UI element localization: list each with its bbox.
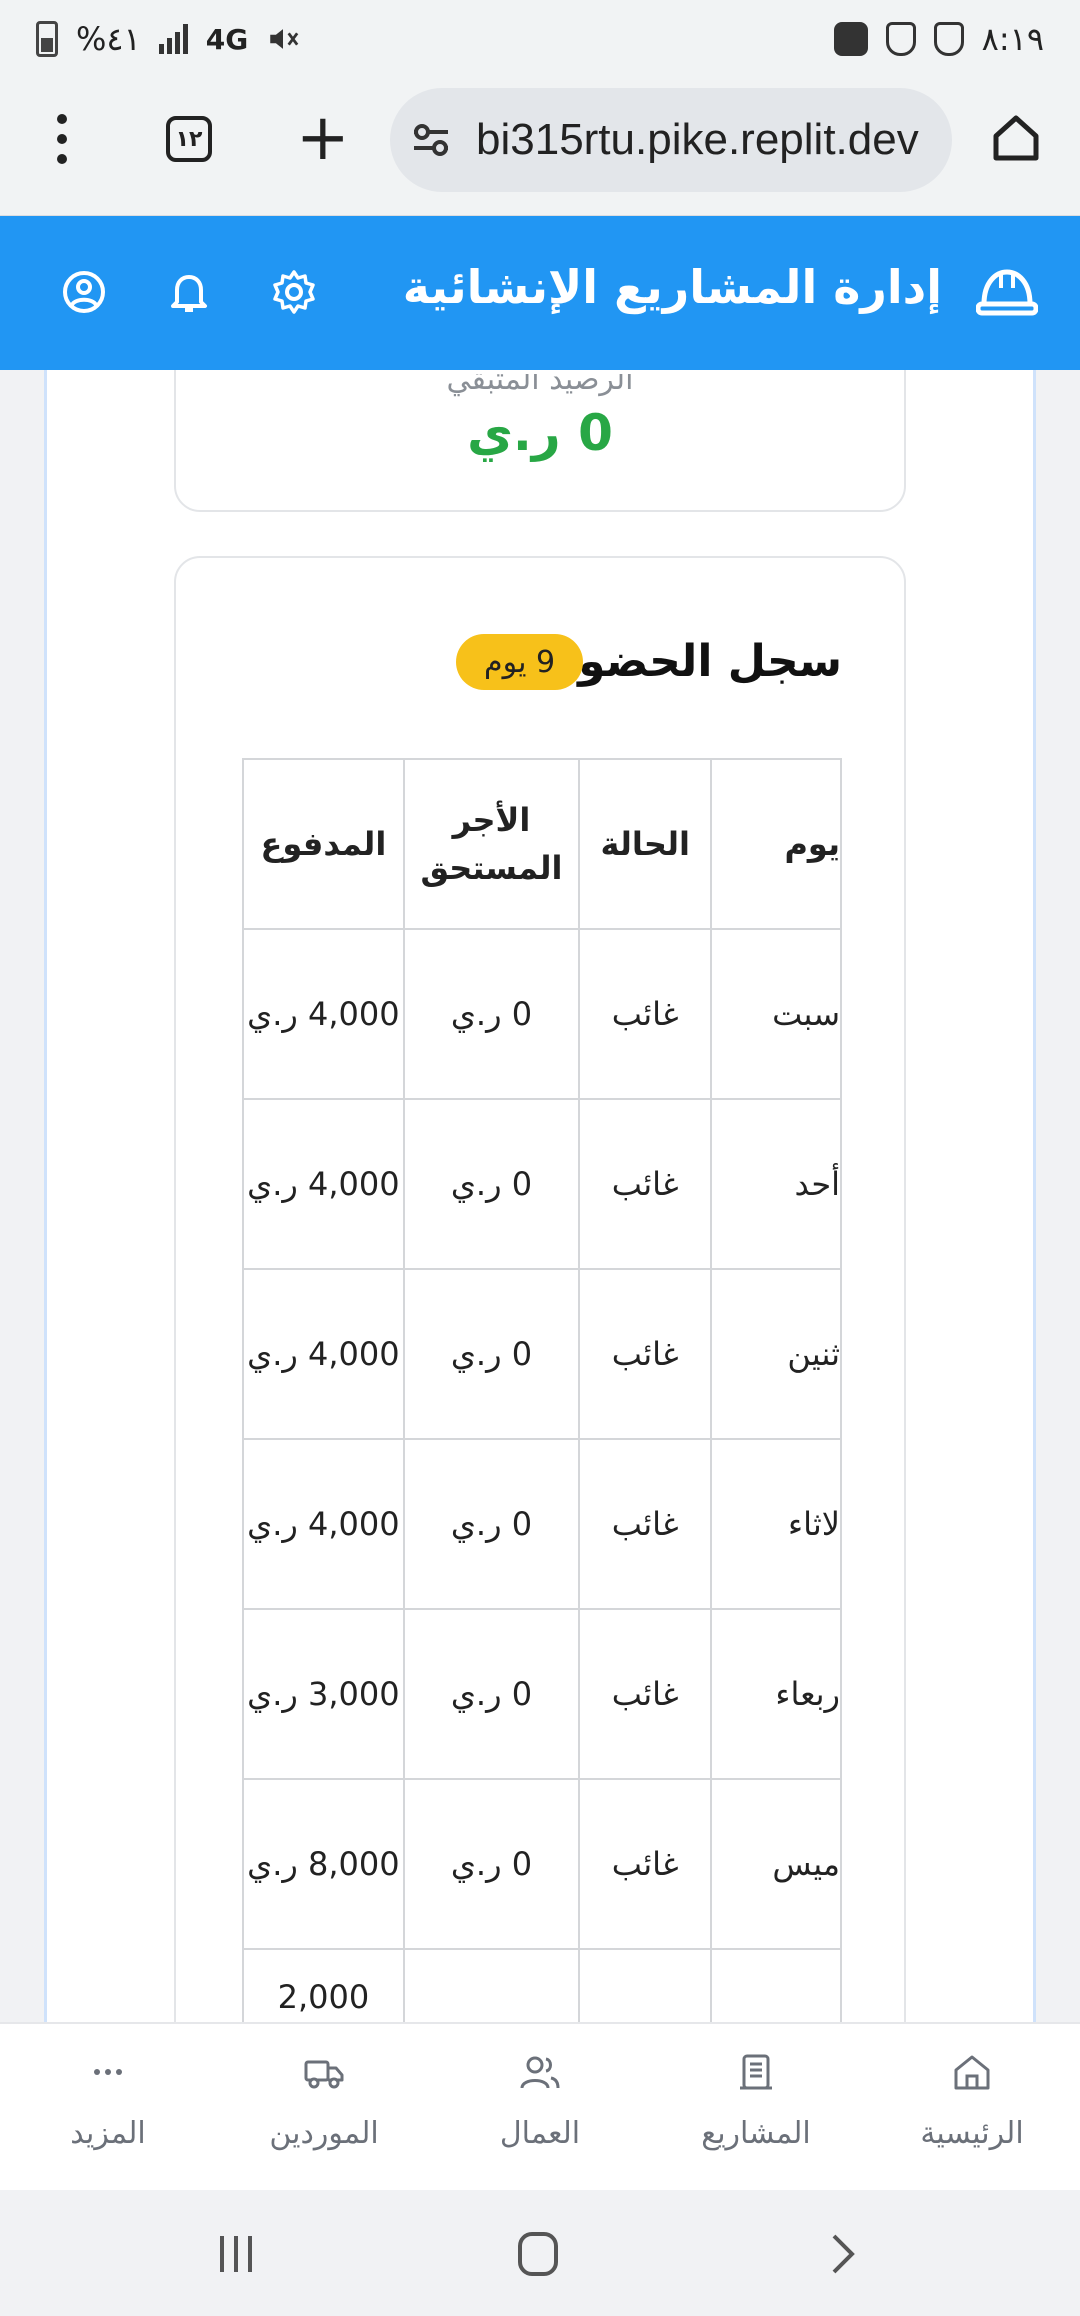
- app-title: إدارة المشاريع الإنشائية: [402, 260, 942, 314]
- cell-day: ميس: [710, 1778, 842, 1950]
- back-icon[interactable]: [812, 2230, 872, 2278]
- site-settings-icon[interactable]: [410, 120, 452, 160]
- recents-icon[interactable]: [206, 2230, 266, 2278]
- status-bar: %٤١ 4G ٨:١٩: [0, 0, 1080, 78]
- cell-paid: 4,000 ر.ي: [242, 1268, 405, 1440]
- table-row: 4,000 ر.ي 0 ر.ي غائب سبت: [242, 928, 842, 1100]
- building-icon: [740, 2054, 772, 2090]
- nav-home[interactable]: الرئيسية: [882, 2024, 1062, 2192]
- nav-label: العمال: [499, 2116, 581, 2151]
- table-header-row: المدفوع الأجر المستحق الحالة يوم: [242, 758, 842, 930]
- days-badge: 9 يوم: [456, 634, 584, 690]
- settings-icon[interactable]: [270, 268, 318, 316]
- nav-label: الموردين: [269, 2116, 379, 2151]
- cell-status: غائب: [578, 1608, 713, 1780]
- cell-day: ربعاء: [710, 1608, 842, 1780]
- nav-suppliers[interactable]: الموردين: [234, 2024, 414, 2192]
- bottom-nav: الرئيسية المشاريع العمال الموردين المزيد: [0, 2022, 1080, 2190]
- system-nav-bar: [0, 2190, 1080, 2316]
- balance-value: 0 ر.ي: [467, 404, 613, 462]
- tabs-count-icon[interactable]: ١٢: [166, 116, 212, 162]
- battery-icon: [36, 21, 58, 57]
- cell-paid: 8,000 ر.ي: [242, 1778, 405, 1950]
- network-type: 4G: [205, 22, 249, 56]
- status-right: ٨:١٩: [833, 20, 1044, 58]
- cell-due: 0 ر.ي: [402, 1778, 581, 1950]
- col-header-day: يوم: [710, 758, 842, 930]
- nav-label: المزيد: [70, 2116, 146, 2151]
- cell-paid: 2,000: [242, 1948, 405, 2022]
- cell-paid: 3,000 ر.ي: [242, 1608, 405, 1780]
- new-tab-icon[interactable]: +: [296, 106, 350, 170]
- app-header: إدارة المشاريع الإنشائية: [0, 216, 1080, 370]
- table-row: 3,000 ر.ي 0 ر.ي غائب ربعاء: [242, 1608, 842, 1780]
- cell-day: لاثاء: [710, 1438, 842, 1610]
- bell-icon[interactable]: [165, 268, 213, 316]
- table-row: 4,000 ر.ي 0 ر.ي غائب أحد: [242, 1098, 842, 1270]
- more-icon: [94, 2069, 122, 2075]
- cell-paid: 4,000 ر.ي: [242, 928, 405, 1100]
- nav-workers[interactable]: العمال: [450, 2024, 630, 2192]
- balance-label: الرصيد المتبقي: [446, 370, 634, 397]
- cell-due: 0 ر.ي: [402, 1608, 581, 1780]
- table-row: 4,000 ر.ي 0 ر.ي غائب ثنين: [242, 1268, 842, 1440]
- cell-due: [402, 1948, 581, 2022]
- col-header-paid: المدفوع: [242, 758, 405, 930]
- balance-card: الرصيد المتبقي 0 ر.ي: [174, 370, 906, 512]
- gallery-icon: [833, 22, 868, 56]
- cell-status: غائب: [578, 1268, 713, 1440]
- cell-day: [710, 1948, 842, 2022]
- browser-menu-icon[interactable]: [56, 114, 68, 164]
- cell-due: 0 ر.ي: [402, 1098, 581, 1270]
- main-content: الرصيد المتبقي 0 ر.ي سجل الحضور 9 يوم ال…: [0, 370, 1080, 2022]
- signal-icon: [158, 24, 188, 54]
- mute-icon: [266, 22, 300, 56]
- tabs-count: ١٢: [175, 126, 203, 152]
- battery-level: %٤١: [76, 20, 141, 58]
- helmet-icon: [976, 269, 1038, 316]
- attendance-table: المدفوع الأجر المستحق الحالة يوم 4,000 ر…: [242, 758, 842, 2022]
- nav-more[interactable]: المزيد: [18, 2024, 198, 2192]
- nav-label: الرئيسية: [920, 2116, 1024, 2151]
- attendance-table-scroll[interactable]: المدفوع الأجر المستحق الحالة يوم 4,000 ر…: [242, 758, 842, 2022]
- users-icon: [520, 2056, 560, 2089]
- home-icon: [954, 2055, 990, 2090]
- cell-day: سبت: [710, 928, 842, 1100]
- attendance-title: سجل الحضور: [552, 636, 842, 687]
- cell-paid: 4,000 ر.ي: [242, 1438, 405, 1610]
- cell-due: 0 ر.ي: [402, 928, 581, 1100]
- screen: %٤١ 4G ٨:١٩ ١٢ + bi315rtu.pike.replit.de…: [0, 0, 1080, 2316]
- cell-day: أحد: [710, 1098, 842, 1270]
- user-icon[interactable]: [60, 268, 108, 316]
- shield-icon: [933, 22, 964, 56]
- cell-due: 0 ر.ي: [402, 1268, 581, 1440]
- cell-status: غائب: [578, 1778, 713, 1950]
- nav-projects[interactable]: المشاريع: [666, 2024, 846, 2192]
- home-icon[interactable]: [990, 112, 1042, 164]
- cell-status: غائب: [578, 1098, 713, 1270]
- cell-status: غائب: [578, 928, 713, 1100]
- url-text: bi315rtu.pike.replit.dev: [476, 115, 919, 164]
- cell-status: [578, 1948, 713, 2022]
- truck-icon: [304, 2060, 344, 2089]
- table-row: 8,000 ر.ي 0 ر.ي غائب ميس: [242, 1778, 842, 1950]
- home-button-icon[interactable]: [508, 2230, 568, 2278]
- col-header-due: الأجر المستحق: [402, 758, 581, 930]
- table-row: 4,000 ر.ي 0 ر.ي غائب لاثاء: [242, 1438, 842, 1610]
- browser-toolbar: ١٢ + bi315rtu.pike.replit.dev: [0, 78, 1080, 216]
- shield-icon: [885, 22, 916, 56]
- cell-paid: 4,000 ر.ي: [242, 1098, 405, 1270]
- address-bar[interactable]: bi315rtu.pike.replit.dev: [390, 88, 952, 192]
- nav-label: المشاريع: [701, 2116, 811, 2151]
- status-left: %٤١ 4G: [36, 20, 300, 58]
- col-header-status: الحالة: [578, 758, 713, 930]
- cell-day: ثنين: [710, 1268, 842, 1440]
- cell-due: 0 ر.ي: [402, 1438, 581, 1610]
- clock: ٨:١٩: [981, 20, 1044, 58]
- table-row: 2,000: [242, 1948, 842, 2022]
- attendance-card: سجل الحضور 9 يوم المدفوع الأجر المستحق ا…: [174, 556, 906, 2022]
- cell-status: غائب: [578, 1438, 713, 1610]
